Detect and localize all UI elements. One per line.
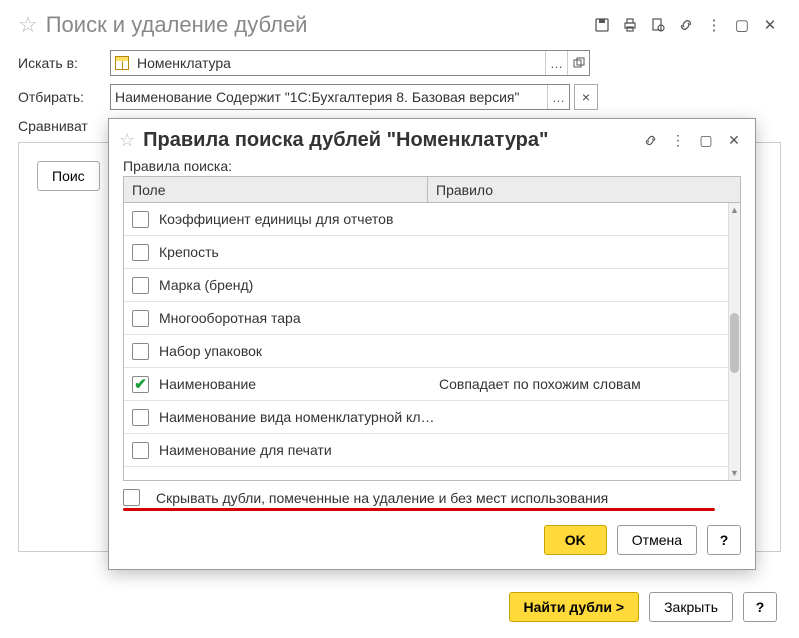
more-icon[interactable]: ⋮ — [669, 132, 687, 150]
table-row[interactable]: Марка (бренд) — [124, 269, 740, 302]
close-icon[interactable]: ✕ — [759, 14, 781, 36]
modal-titlebar: ☆ Правила поиска дублей "Номенклатура" ⋮… — [109, 119, 755, 158]
table-icon — [111, 56, 133, 70]
row-field: Набор упаковок — [159, 343, 439, 359]
table-row[interactable]: Крепость — [124, 236, 740, 269]
hide-duplicates-checkbox[interactable] — [123, 489, 140, 506]
modal-body: Правила поиска: Поле Правило Коэффициент… — [109, 158, 755, 511]
filter-value: Наименование Содержит "1С:Бухгалтерия 8.… — [111, 89, 547, 105]
favorite-star-icon[interactable]: ☆ — [119, 130, 135, 151]
table-row[interactable]: Наименование для печати — [124, 434, 740, 467]
search-in-label: Искать в: — [18, 55, 110, 71]
preview-icon[interactable] — [647, 14, 669, 36]
table-row[interactable]: Коэффициент единицы для отчетов — [124, 203, 740, 236]
rules-modal: ☆ Правила поиска дублей "Номенклатура" ⋮… — [108, 118, 756, 570]
ok-button[interactable]: OK — [544, 525, 607, 555]
search-in-value: Номенклатура — [133, 55, 545, 71]
row-checkbox[interactable] — [132, 211, 149, 228]
row-rule: Совпадает по похожим словам — [439, 376, 740, 392]
scroll-down-icon[interactable]: ▼ — [729, 466, 740, 480]
rules-table: Поле Правило Коэффициент единицы для отч… — [123, 176, 741, 481]
table-row[interactable]: Наименование вида номенклатурной кла... — [124, 401, 740, 434]
column-field[interactable]: Поле — [124, 177, 428, 202]
modal-titlebar-controls: ⋮ ▢ ✕ — [641, 132, 743, 150]
popout-icon[interactable] — [567, 51, 589, 75]
scrollbar[interactable]: ▲ ▼ — [728, 203, 740, 480]
table-header: Поле Правило — [124, 177, 740, 203]
table-body: Коэффициент единицы для отчетов Крепость М… — [124, 203, 740, 480]
link-icon[interactable] — [641, 132, 659, 150]
main-titlebar: ☆ Поиск и удаление дублей ⋮ ▢ ✕ — [18, 12, 781, 38]
help-button[interactable]: ? — [743, 592, 777, 622]
hide-duplicates-row: Скрывать дубли, помеченные на удаление и… — [123, 489, 741, 506]
filter-input[interactable]: Наименование Содержит "1С:Бухгалтерия 8.… — [110, 84, 570, 110]
ellipsis-icon[interactable]: … — [547, 85, 569, 109]
maximize-icon[interactable]: ▢ — [697, 132, 715, 150]
row-field: Крепость — [159, 244, 439, 260]
find-duplicates-button[interactable]: Найти дубли > — [509, 592, 640, 622]
ellipsis-icon[interactable]: … — [545, 51, 567, 75]
save-icon[interactable] — [591, 14, 613, 36]
favorite-star-icon[interactable]: ☆ — [18, 12, 38, 38]
row-field: Наименование вида номенклатурной кла... — [159, 409, 439, 425]
filter-row: Отбирать: Наименование Содержит "1С:Бухг… — [18, 84, 781, 110]
row-field: Наименование для печати — [159, 442, 439, 458]
modal-footer: OK Отмена ? — [109, 511, 755, 569]
row-checkbox[interactable] — [132, 277, 149, 294]
row-field: Многооборотная тара — [159, 310, 439, 326]
search-in-input[interactable]: Номенклатура … — [110, 50, 590, 76]
row-checkbox[interactable] — [132, 343, 149, 360]
table-row[interactable]: НаименованиеСовпадает по похожим словам — [124, 368, 740, 401]
filter-label: Отбирать: — [18, 89, 110, 105]
close-button[interactable]: Закрыть — [649, 592, 733, 622]
main-titlebar-controls: ⋮ ▢ ✕ — [591, 14, 781, 36]
more-icon[interactable]: ⋮ — [703, 14, 725, 36]
table-row[interactable]: Многооборотная тара — [124, 302, 740, 335]
modal-title: Правила поиска дублей "Номенклатура" — [143, 129, 641, 152]
table-row[interactable]: Набор упаковок — [124, 335, 740, 368]
print-icon[interactable] — [619, 14, 641, 36]
search-partial-button[interactable]: Поис — [37, 161, 100, 191]
search-in-row: Искать в: Номенклатура … — [18, 50, 781, 76]
row-checkbox[interactable] — [132, 310, 149, 327]
rules-label: Правила поиска: — [123, 158, 741, 174]
column-rule[interactable]: Правило — [428, 182, 740, 198]
clear-filter-button[interactable]: × — [574, 84, 598, 110]
row-field: Наименование — [159, 376, 439, 392]
row-checkbox[interactable] — [132, 409, 149, 426]
row-checkbox[interactable] — [132, 244, 149, 261]
close-icon[interactable]: ✕ — [725, 132, 743, 150]
main-footer: Найти дубли > Закрыть ? — [509, 592, 778, 622]
row-checkbox[interactable] — [132, 442, 149, 459]
scroll-thumb[interactable] — [730, 313, 739, 373]
maximize-icon[interactable]: ▢ — [731, 14, 753, 36]
row-checkbox[interactable] — [132, 376, 149, 393]
hide-duplicates-label: Скрывать дубли, помеченные на удаление и… — [156, 490, 608, 506]
main-title: Поиск и удаление дублей — [46, 12, 591, 38]
row-field: Коэффициент единицы для отчетов — [159, 211, 439, 227]
link-icon[interactable] — [675, 14, 697, 36]
help-button[interactable]: ? — [707, 525, 741, 555]
cancel-button[interactable]: Отмена — [617, 525, 697, 555]
row-field: Марка (бренд) — [159, 277, 439, 293]
compare-label: Сравниват — [18, 118, 110, 134]
scroll-up-icon[interactable]: ▲ — [729, 203, 740, 217]
